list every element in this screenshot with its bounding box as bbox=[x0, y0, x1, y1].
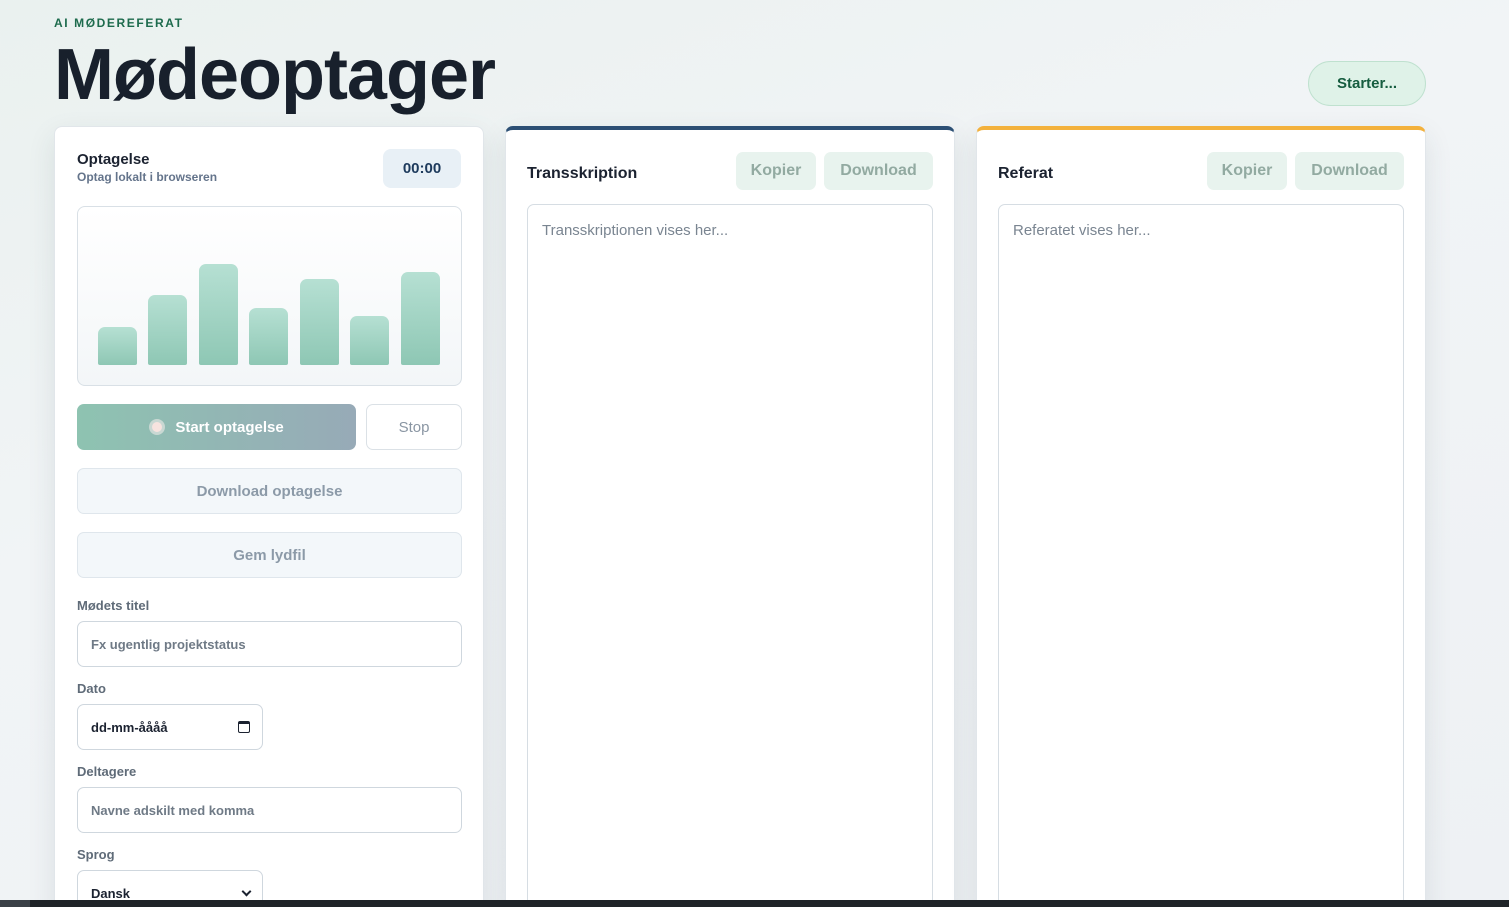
status-button[interactable]: Starter... bbox=[1308, 61, 1426, 106]
recording-subtitle: Optag lokalt i browseren bbox=[77, 170, 218, 184]
start-recording-label: Start optagelse bbox=[175, 418, 284, 436]
calendar-icon[interactable] bbox=[238, 721, 250, 733]
audio-visualizer bbox=[77, 206, 462, 386]
chevron-down-icon bbox=[241, 886, 252, 896]
summary-title: Referat bbox=[998, 165, 1054, 182]
transcription-textarea[interactable]: Transskriptionen vises her... bbox=[527, 204, 933, 907]
level-bar bbox=[401, 272, 440, 365]
stop-button[interactable]: Stop bbox=[366, 404, 462, 450]
start-recording-button[interactable]: Start optagelse bbox=[77, 404, 356, 450]
transcription-title: Transskription bbox=[527, 165, 638, 182]
summary-textarea[interactable]: Referatet vises her... bbox=[998, 204, 1404, 907]
participants-label: Deltagere bbox=[77, 764, 137, 779]
date-input[interactable]: dd-mm-åååå bbox=[77, 704, 263, 750]
summary-download-button[interactable]: Download bbox=[1295, 152, 1404, 190]
download-recording-button[interactable]: Download optagelse bbox=[77, 468, 462, 514]
transcription-card: Transskription Kopier Download Transskri… bbox=[505, 126, 955, 907]
summary-copy-button[interactable]: Kopier bbox=[1207, 152, 1287, 190]
app-eyebrow: AI MØDEREFERAT bbox=[54, 16, 184, 30]
participants-input[interactable]: Navne adskilt med komma bbox=[77, 787, 462, 833]
language-label: Sprog bbox=[77, 847, 115, 862]
level-bar bbox=[148, 295, 187, 365]
level-bar bbox=[199, 264, 238, 365]
meeting-title-input[interactable]: Fx ugentlig projektstatus bbox=[77, 621, 462, 667]
date-input-placeholder: dd-mm-åååå bbox=[91, 719, 168, 735]
date-label: Dato bbox=[77, 681, 106, 696]
level-bar bbox=[300, 279, 339, 365]
transcription-download-button[interactable]: Download bbox=[824, 152, 933, 190]
save-audio-button[interactable]: Gem lydfil bbox=[77, 532, 462, 578]
language-select-value: Dansk bbox=[91, 885, 131, 901]
meeting-title-label: Mødets titel bbox=[77, 598, 150, 613]
horizontal-scrollbar[interactable] bbox=[0, 900, 1509, 907]
level-bar bbox=[350, 316, 389, 365]
page-title: Mødeoptager bbox=[54, 35, 496, 115]
level-bar bbox=[249, 308, 288, 365]
level-bar bbox=[98, 327, 137, 365]
transcription-copy-button[interactable]: Kopier bbox=[736, 152, 816, 190]
recording-title: Optagelse bbox=[77, 151, 150, 168]
recording-timer: 00:00 bbox=[383, 149, 461, 188]
scrollbar-thumb[interactable] bbox=[0, 900, 30, 907]
recording-card: Optagelse Optag lokalt i browseren 00:00… bbox=[54, 126, 484, 907]
record-dot-icon bbox=[149, 419, 166, 435]
summary-card: Referat Kopier Download Referatet vises … bbox=[976, 126, 1426, 907]
